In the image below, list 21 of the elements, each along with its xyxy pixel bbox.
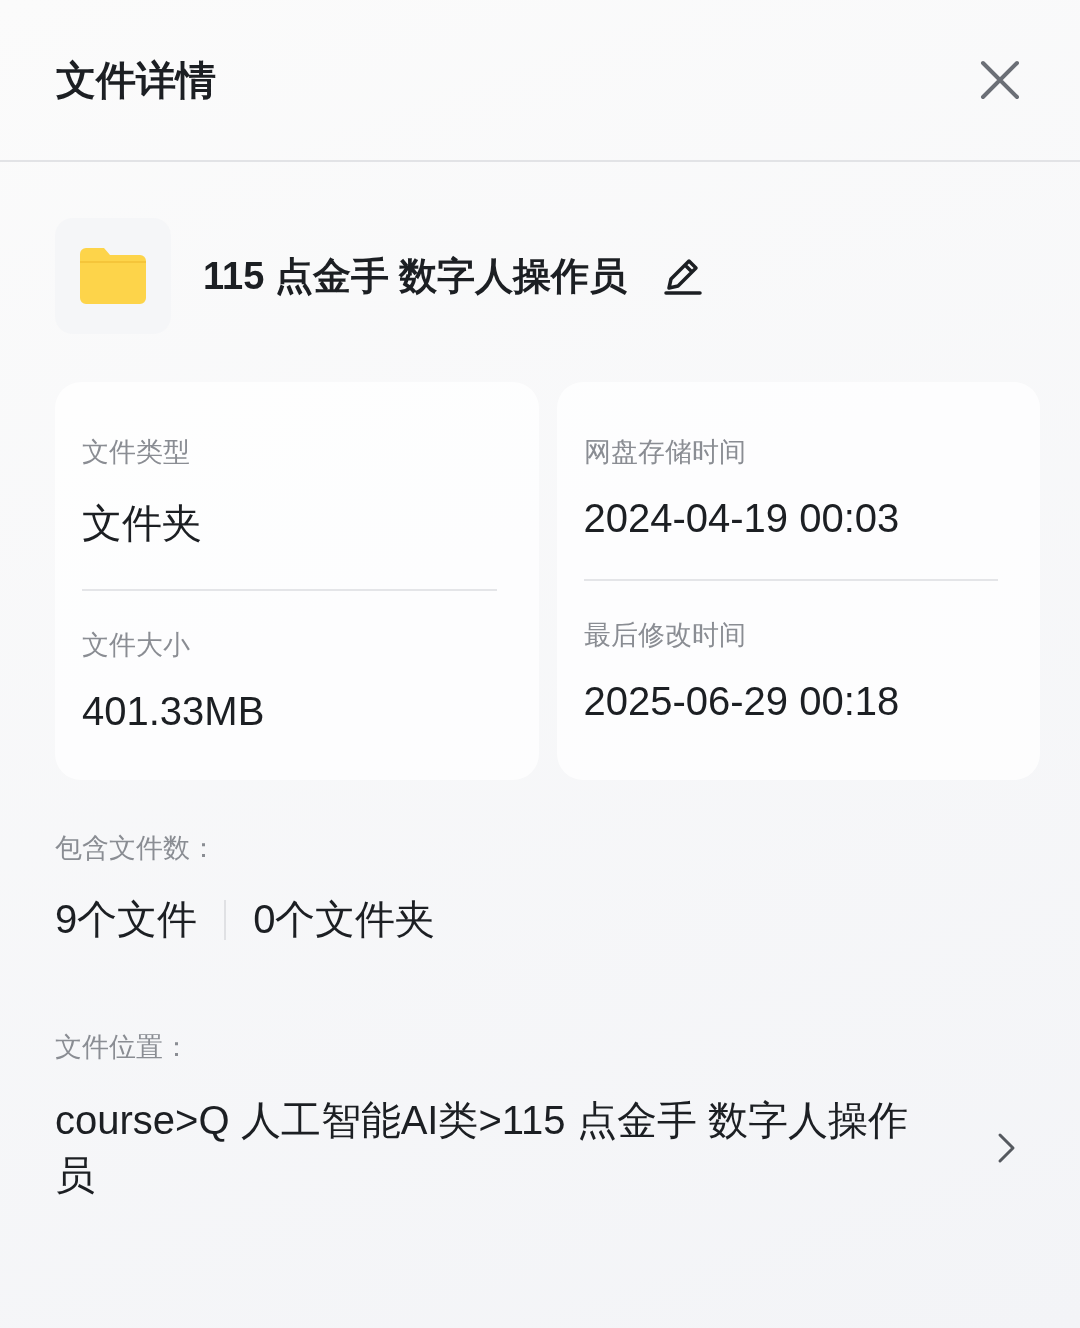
close-button[interactable] <box>978 58 1022 102</box>
section-label: 文件位置： <box>55 1031 191 1064</box>
chevron-right-icon <box>997 1132 1017 1164</box>
close-icon <box>978 58 1022 102</box>
field-label: 网盘存储时间 <box>583 436 747 469</box>
field-label: 文件大小 <box>82 629 191 662</box>
count-value: 0个文件夹 <box>253 896 436 943</box>
field-value: 401.33MB <box>82 689 266 734</box>
field-label: 最后修改时间 <box>583 619 747 652</box>
file-name: 115 点金手 数字人操作员 <box>203 253 628 299</box>
section-label: 包含文件数： <box>55 832 218 865</box>
field-value: 2025-06-29 00:18 <box>583 679 901 724</box>
field-value: 2024-04-19 00:03 <box>583 496 901 541</box>
location-link[interactable]: course>Q 人工智能AI类>115 点金手 数字人操作员 <box>55 1093 1025 1203</box>
dialog-title: 文件详情 <box>56 56 216 104</box>
field-value: 文件夹 <box>82 500 203 547</box>
folder-icon <box>80 248 146 304</box>
rename-button[interactable] <box>663 256 704 296</box>
count-value: 9个文件 <box>55 896 198 943</box>
pencil-icon <box>663 256 704 296</box>
field-label: 文件类型 <box>82 436 191 469</box>
